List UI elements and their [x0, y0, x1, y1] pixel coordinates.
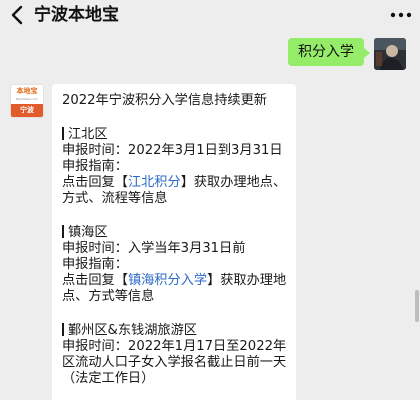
- user-avatar[interactable]: [374, 38, 406, 70]
- avatar-city-text: 宁波: [11, 104, 43, 117]
- incoming-message[interactable]: 2022年宁波积分入学信息持续更新 江北区 申报时间：2022年3月1日到3月3…: [52, 84, 296, 400]
- reply-tail: 点、方式等信息: [62, 289, 155, 304]
- time-line-continued: 区流动人口子女入学报名截止日前一天: [62, 355, 287, 370]
- chat-title: 宁波本地宝: [34, 5, 119, 25]
- guide-label: 申报指南：: [62, 257, 128, 272]
- chevron-left-icon[interactable]: [8, 4, 28, 26]
- more-dots-icon[interactable]: [388, 6, 414, 24]
- scrollbar-thumb[interactable]: [415, 290, 419, 322]
- message-heading: 2022年宁波积分入学信息持续更新: [62, 93, 267, 108]
- reply-line: 点击回复【镇海积分入学】获取办理地: [62, 273, 287, 288]
- outgoing-message[interactable]: 积分入学: [288, 38, 370, 66]
- reply-line: 点击回复【江北积分】获取办理地点、: [62, 175, 287, 190]
- avatar-logo-text: 本地宝: [16, 87, 38, 95]
- time-line: 申报时间：2022年1月17日至2022年: [62, 339, 287, 354]
- time-line-note: （法定工作日）: [62, 371, 155, 386]
- keyword-link-jiangbei[interactable]: 江北积分: [128, 175, 181, 190]
- time-line: 申报时间：2022年3月1日到3月31日: [62, 143, 283, 158]
- bendibao-avatar[interactable]: 本地宝 Bendibao.com 宁波: [10, 84, 44, 118]
- reply-tail: 方式、流程等信息: [62, 191, 168, 206]
- chat-window: 宁波本地宝 积分入学 本地宝 Bendibao.com 宁波 2022年宁波积分…: [0, 0, 420, 400]
- section-title-yinzhou: 鄞州区&东钱湖旅游区: [62, 323, 286, 339]
- time-line: 申报时间：入学当年3月31日前: [62, 241, 246, 256]
- user-avatar-image: [374, 38, 406, 70]
- avatar-site-text: Bendibao.com: [16, 97, 38, 101]
- message-list[interactable]: 积分入学 本地宝 Bendibao.com 宁波 2022年宁波积分入学信息持续…: [0, 30, 420, 400]
- keyword-link-zhenhai[interactable]: 镇海积分入学: [128, 273, 207, 288]
- section-title-zhenhai: 镇海区: [62, 225, 286, 241]
- title-bar: 宁波本地宝: [0, 0, 420, 30]
- guide-label: 申报指南：: [62, 159, 128, 174]
- section-title-jiangbei: 江北区: [62, 127, 286, 143]
- scrollbar[interactable]: [414, 30, 420, 400]
